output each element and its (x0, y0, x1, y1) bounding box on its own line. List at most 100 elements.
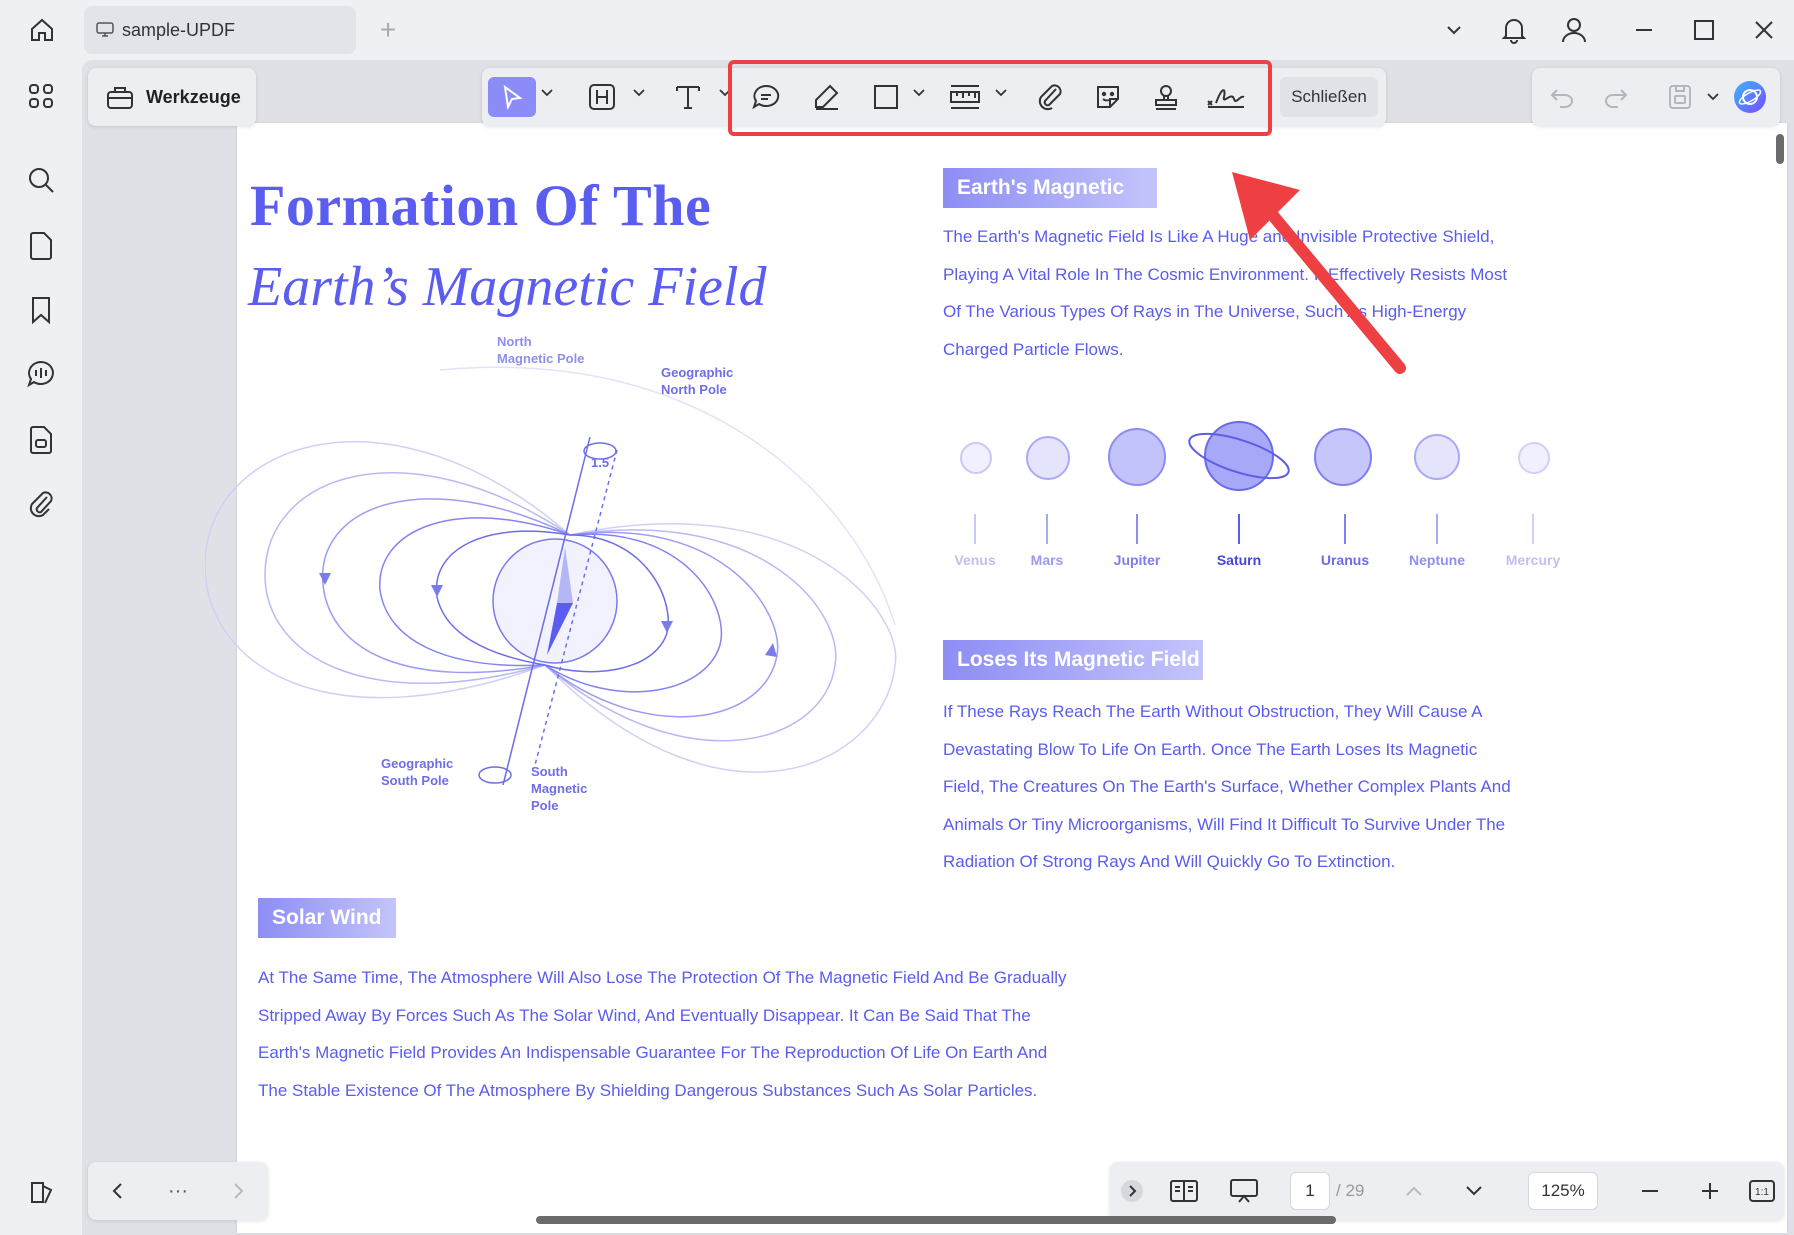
chevron-up-icon[interactable] (1394, 1171, 1434, 1211)
planet-label: Jupiter (1113, 552, 1161, 568)
ai-assistant-icon[interactable] (1730, 77, 1770, 117)
shape-tool-button[interactable] (866, 77, 906, 117)
paragraph-line: The Stable Existence Of The Atmosphere B… (258, 1080, 1038, 1100)
planet-mercury: Mercury (1488, 418, 1578, 578)
close-tools-button[interactable]: Schließen (1280, 77, 1378, 117)
current-page-input[interactable]: 1 (1290, 1172, 1330, 1210)
chevron-down-icon[interactable] (1454, 1171, 1494, 1211)
heading-h-icon (589, 84, 615, 110)
label-tilt-angle: 1.5 (591, 455, 610, 470)
select-tool-button[interactable] (488, 77, 536, 117)
planet-label: Neptune (1409, 552, 1465, 568)
tools-label: Werkzeuge (146, 86, 241, 107)
page-thumbnails-icon[interactable] (21, 226, 61, 266)
comments-icon[interactable] (21, 354, 61, 394)
more-button[interactable]: ··· (158, 1171, 198, 1211)
new-tab-button[interactable]: + (372, 14, 404, 46)
minimize-icon[interactable] (1624, 12, 1664, 48)
document-tab[interactable]: sample-UPDF (84, 6, 356, 54)
theme-toggle-icon[interactable] (21, 1172, 61, 1212)
history-toolbar (1532, 68, 1780, 126)
paragraph-line: Stripped Away By Forces Such As The Sola… (258, 1005, 1031, 1025)
bell-icon[interactable] (1494, 12, 1534, 48)
expand-arrow-icon[interactable] (1118, 1171, 1146, 1211)
chevron-down-icon[interactable] (1434, 12, 1474, 48)
close-window-icon[interactable] (1744, 12, 1784, 48)
chevron-right-icon[interactable] (218, 1171, 258, 1211)
red-arrow-annotation (1232, 172, 1406, 374)
horizontal-scrollbar[interactable] (536, 1216, 1336, 1224)
vertical-scrollbar[interactable] (1776, 134, 1784, 164)
form-fields-icon[interactable] (21, 420, 61, 460)
page-nav-bar-left: ··· (88, 1162, 268, 1220)
search-icon[interactable] (21, 160, 61, 200)
rectangle-icon (874, 85, 898, 109)
zoom-in-icon[interactable] (1690, 1171, 1730, 1211)
stamp-icon (1155, 85, 1177, 110)
planet-label: Mars (1030, 552, 1064, 568)
zoom-out-icon[interactable] (1630, 1171, 1670, 1211)
text-t-icon (676, 86, 700, 109)
total-pages-label: / 29 (1336, 1181, 1365, 1200)
paragraph-line: If These Rays Reach The Earth Without Ob… (943, 702, 1483, 721)
planet-jupiter: Jupiter (1092, 418, 1182, 578)
user-icon[interactable] (1554, 12, 1594, 48)
planets-diagram: Venus Mars Jupiter Saturn Uranus Neptune… (930, 418, 1560, 578)
chevron-left-icon[interactable] (98, 1171, 138, 1211)
save-icon[interactable] (1660, 77, 1700, 117)
label-geographic-south-pole: Geographic South Pole (381, 756, 454, 788)
apps-grid-icon[interactable] (21, 76, 61, 116)
paragraph-line: At The Same Time, The Atmosphere Will Al… (258, 968, 1067, 987)
magnetic-field-diagram: North Magnetic Pole Geographic North Pol… (204, 334, 905, 825)
maximize-icon[interactable] (1684, 12, 1724, 48)
comment-tool-button[interactable] (746, 77, 786, 117)
chevron-down-icon[interactable] (718, 86, 732, 100)
text-tool-button[interactable] (668, 77, 708, 117)
highlight-tool-button[interactable] (582, 77, 622, 117)
speech-bubble-icon (752, 84, 780, 110)
paragraph-line: Devastating Blow To Life On Earth. Once … (943, 739, 1478, 759)
planet-uranus: Uranus (1300, 418, 1390, 578)
paragraph-line: Field, The Creatures On The Earth's Surf… (943, 777, 1511, 796)
signature-tool-button[interactable] (1204, 77, 1248, 117)
presentation-icon[interactable] (1224, 1171, 1264, 1211)
svg-text:1:1: 1:1 (1755, 1187, 1769, 1198)
redo-icon[interactable] (1596, 77, 1636, 117)
left-sidebar (0, 60, 82, 1235)
section-paragraph-loses-magnetic-field: If These Rays Reach The Earth Without Ob… (943, 693, 1511, 881)
pencil-tool-button[interactable] (806, 77, 846, 117)
attachment-icon[interactable] (21, 484, 61, 524)
measure-tool-button[interactable] (944, 77, 986, 117)
actual-size-icon[interactable]: 1:1 (1742, 1171, 1782, 1211)
label-south-magnetic-pole: South Magnetic Pole (531, 764, 588, 813)
label-north-magnetic-pole: North Magnetic Pole (497, 334, 585, 366)
pencil-icon (815, 84, 839, 110)
chevron-down-icon[interactable] (632, 86, 646, 100)
bookmark-icon[interactable] (21, 290, 61, 330)
attach-file-tool-button[interactable] (1030, 77, 1070, 117)
chevron-down-icon[interactable] (540, 86, 554, 100)
stamp-tool-button[interactable] (1146, 77, 1186, 117)
section-heading-solar-wind: Solar Wind (258, 898, 396, 938)
tools-button[interactable]: Werkzeuge (88, 68, 256, 126)
chevron-down-icon[interactable] (912, 86, 926, 100)
zoom-level-field[interactable]: 125% (1528, 1172, 1598, 1210)
section-heading-earths-magnetic: Earth's Magnetic (943, 168, 1157, 208)
page-title-line2: Earth’s Magnetic Field (248, 256, 767, 318)
chevron-down-icon[interactable] (1706, 90, 1720, 104)
annotation-toolbar: Schließen (482, 68, 1386, 126)
planet-mars: Mars (1002, 418, 1092, 578)
paperclip-icon (1038, 84, 1062, 111)
home-icon[interactable] (22, 12, 62, 48)
tab-title: sample-UPDF (122, 19, 236, 40)
page-nav-bar-right: 1 / 29 125% 1:1 (1110, 1162, 1784, 1220)
paragraph-line: Animals Or Tiny Microorganisms, Will Fin… (943, 814, 1506, 834)
sticker-tool-button[interactable] (1088, 77, 1128, 117)
planet-label: Saturn (1216, 552, 1262, 568)
section-paragraph-solar-wind: At The Same Time, The Atmosphere Will Al… (258, 959, 1067, 1109)
undo-icon[interactable] (1542, 77, 1582, 117)
page-title-line1: Formation Of The (250, 173, 712, 238)
planet-neptune: Neptune (1392, 418, 1482, 578)
chevron-down-icon[interactable] (994, 86, 1008, 100)
page-layout-icon[interactable] (1164, 1171, 1204, 1211)
